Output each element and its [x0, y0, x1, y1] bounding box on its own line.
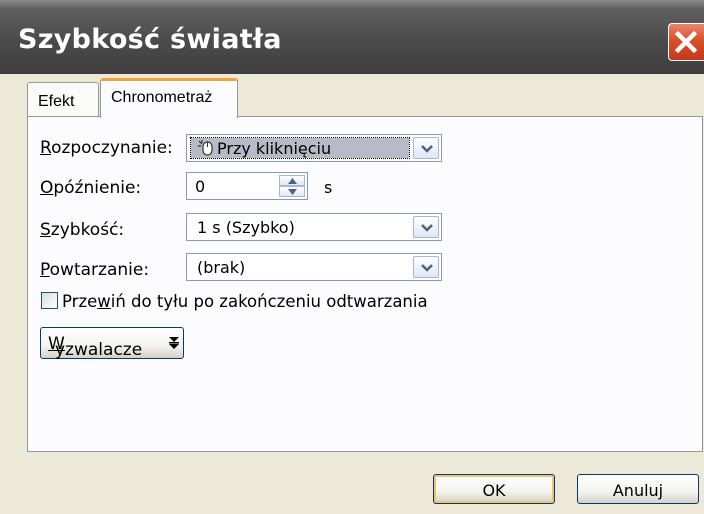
mouse-click-icon [198, 140, 213, 156]
speed-label-text: zybkość: [50, 220, 125, 240]
start-select-value: Przy kliknięciu [190, 137, 410, 159]
delay-spinner[interactable]: 0 [186, 172, 308, 200]
chevron-down-icon [421, 264, 433, 272]
rewind-label[interactable]: Przewiń do tyłu po zakończeniu odtwarzan… [62, 292, 428, 311]
tab-efekt-label: Efekt [38, 93, 75, 110]
dialog: Szybkość światła Efekt Chronometraż Rozp… [0, 0, 704, 514]
start-label-accesskey: R [40, 138, 52, 158]
arrow-down-icon [288, 189, 297, 195]
speed-dropdown-button[interactable] [413, 216, 439, 238]
repeat-label-text: owtarzanie: [49, 260, 150, 280]
delay-decrement-button[interactable] [279, 186, 305, 197]
close-icon [675, 31, 697, 53]
start-label-text: ozpoczynanie: [51, 138, 173, 158]
timing-panel [27, 116, 703, 452]
triggers-button[interactable]: Wyzwalacze [40, 327, 184, 360]
delay-label-text: późnienie: [53, 178, 142, 198]
repeat-label: Powtarzanie: [40, 260, 149, 280]
tab-chronometraz-label: Chronometraż [111, 89, 213, 106]
delay-value: 0 [195, 177, 206, 196]
chevron-down-icon [421, 145, 433, 153]
rewind-checkbox[interactable] [41, 292, 58, 309]
delay-label-accesskey: O [40, 178, 54, 198]
repeat-select[interactable]: (brak) [186, 253, 442, 281]
tab-efekt[interactable]: Efekt [27, 82, 99, 116]
start-dropdown-button[interactable] [413, 137, 439, 159]
triggers-label-text: yzwalacze [55, 340, 143, 360]
arrow-up-icon [288, 178, 297, 184]
start-label: Rozpoczynanie: [40, 138, 173, 158]
speed-select[interactable]: 1 s (Szybko) [186, 213, 442, 241]
tab-chronometraz[interactable]: Chronometraż [100, 78, 238, 118]
rewind-label-after: iń do tyłu po zakończeniu odtwarzania [110, 292, 428, 311]
rewind-label-before: Prze [62, 292, 98, 311]
start-select-text: Przy kliknięciu [217, 139, 332, 158]
repeat-select-text: (brak) [197, 258, 246, 277]
delay-increment-button[interactable] [279, 175, 305, 186]
speed-label: Szybkość: [40, 220, 124, 240]
speed-select-text: 1 s (Szybko) [197, 218, 295, 237]
ok-button[interactable]: OK [433, 474, 555, 504]
rewind-label-accesskey: w [97, 292, 111, 311]
triggers-label: Wyzwalacze [48, 334, 142, 360]
repeat-label-accesskey: P [40, 260, 50, 280]
delay-label: Opóźnienie: [40, 178, 141, 198]
start-select[interactable]: Przy kliknięciu [186, 134, 442, 162]
window-title: Szybkość światła [18, 24, 282, 55]
close-button[interactable] [668, 23, 704, 61]
delay-unit: s [324, 178, 333, 197]
ok-button-label: OK [482, 481, 506, 500]
speed-label-accesskey: S [40, 220, 51, 240]
title-bar[interactable]: Szybkość światła [0, 0, 704, 74]
cancel-button[interactable]: Anuluj [577, 474, 699, 504]
chevron-down-icon [421, 224, 433, 232]
double-chevron-down-icon [169, 337, 179, 349]
cancel-button-label: Anuluj [612, 481, 664, 500]
repeat-dropdown-button[interactable] [413, 256, 439, 278]
